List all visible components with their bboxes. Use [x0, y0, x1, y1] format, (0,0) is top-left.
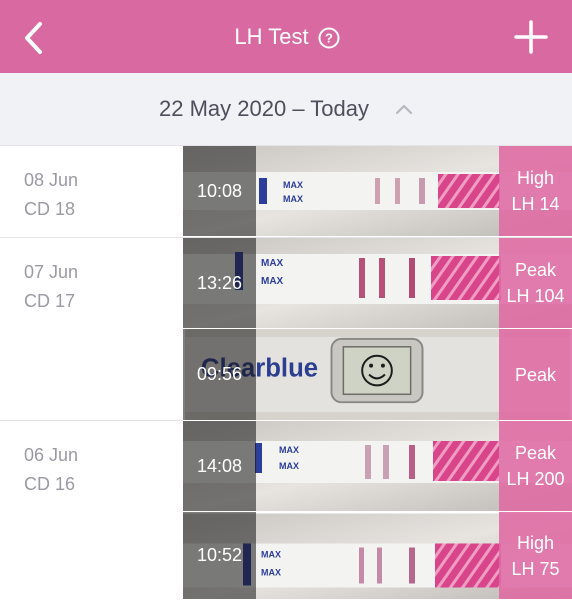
day-label: 07 Jun CD 17 — [24, 258, 78, 316]
day-date: 08 Jun — [24, 170, 79, 190]
cycle-day: CD 18 — [24, 199, 76, 219]
strip-max-label: MAX — [283, 194, 303, 204]
entry-time: 14:08 — [183, 421, 256, 511]
date-range-label: 22 May 2020 – Today — [159, 96, 369, 121]
result-badge: High LH 75 — [499, 512, 572, 599]
entry-time: 13:26 — [183, 238, 256, 328]
test-entry[interactable]: MAX MAX 14:08 Peak LH 200 — [183, 421, 572, 512]
cycle-day: CD 17 — [24, 291, 76, 311]
strip-max-label: MAX — [261, 276, 284, 287]
result-badge: Peak LH 200 — [499, 421, 572, 511]
strip-max-label: MAX — [279, 445, 299, 455]
entry-time: 10:52 — [183, 512, 256, 599]
lh-value: LH 200 — [506, 469, 565, 489]
strip-max-label: MAX — [283, 180, 303, 190]
test-entry[interactable]: MAX MAX 10:52 High LH 75 — [183, 512, 572, 600]
add-button[interactable] — [514, 20, 548, 54]
entry-time: 09:56 — [183, 329, 256, 420]
result-level: Peak — [514, 260, 557, 280]
date-range-selector[interactable]: 22 May 2020 – Today — [0, 73, 572, 146]
svg-text:?: ? — [325, 30, 333, 45]
strip-max-label: MAX — [261, 550, 281, 560]
result-level: High — [516, 532, 555, 553]
test-entry[interactable]: MAX MAX 13:26 Peak LH 104 — [183, 238, 572, 329]
day-label: 06 Jun CD 16 — [24, 441, 78, 499]
title-bar: LH Test ? — [0, 0, 572, 73]
plus-icon — [514, 20, 548, 54]
strip-max-label: MAX — [279, 461, 299, 471]
lh-value: LH 75 — [511, 558, 560, 579]
lh-value: LH 104 — [506, 286, 565, 306]
result-badge: Peak LH 104 — [499, 238, 572, 328]
app-header: LH Test ? — [0, 0, 572, 73]
result-badge: Peak — [499, 329, 572, 420]
test-entry[interactable]: MAX MAX 10:08 High LH 14 — [183, 146, 572, 237]
result-level: High — [516, 168, 555, 188]
day-date: 06 Jun — [24, 445, 79, 465]
test-entry[interactable]: Clearblue 09:56 Peak — [183, 329, 572, 421]
strip-max-label: MAX — [261, 568, 281, 578]
result-level: Peak — [514, 364, 557, 385]
lh-value: LH 14 — [511, 194, 560, 214]
help-icon[interactable]: ? — [318, 27, 340, 48]
entry-time: 10:08 — [183, 146, 256, 236]
page-title: LH Test — [234, 23, 309, 49]
result-badge: High LH 14 — [499, 146, 572, 236]
cycle-day: CD 16 — [24, 474, 76, 494]
day-date: 07 Jun — [24, 262, 79, 282]
result-level: Peak — [514, 443, 557, 463]
day-label: 08 Jun CD 18 — [24, 166, 78, 224]
strip-max-label: MAX — [261, 258, 284, 269]
chevron-up-icon — [395, 104, 413, 115]
